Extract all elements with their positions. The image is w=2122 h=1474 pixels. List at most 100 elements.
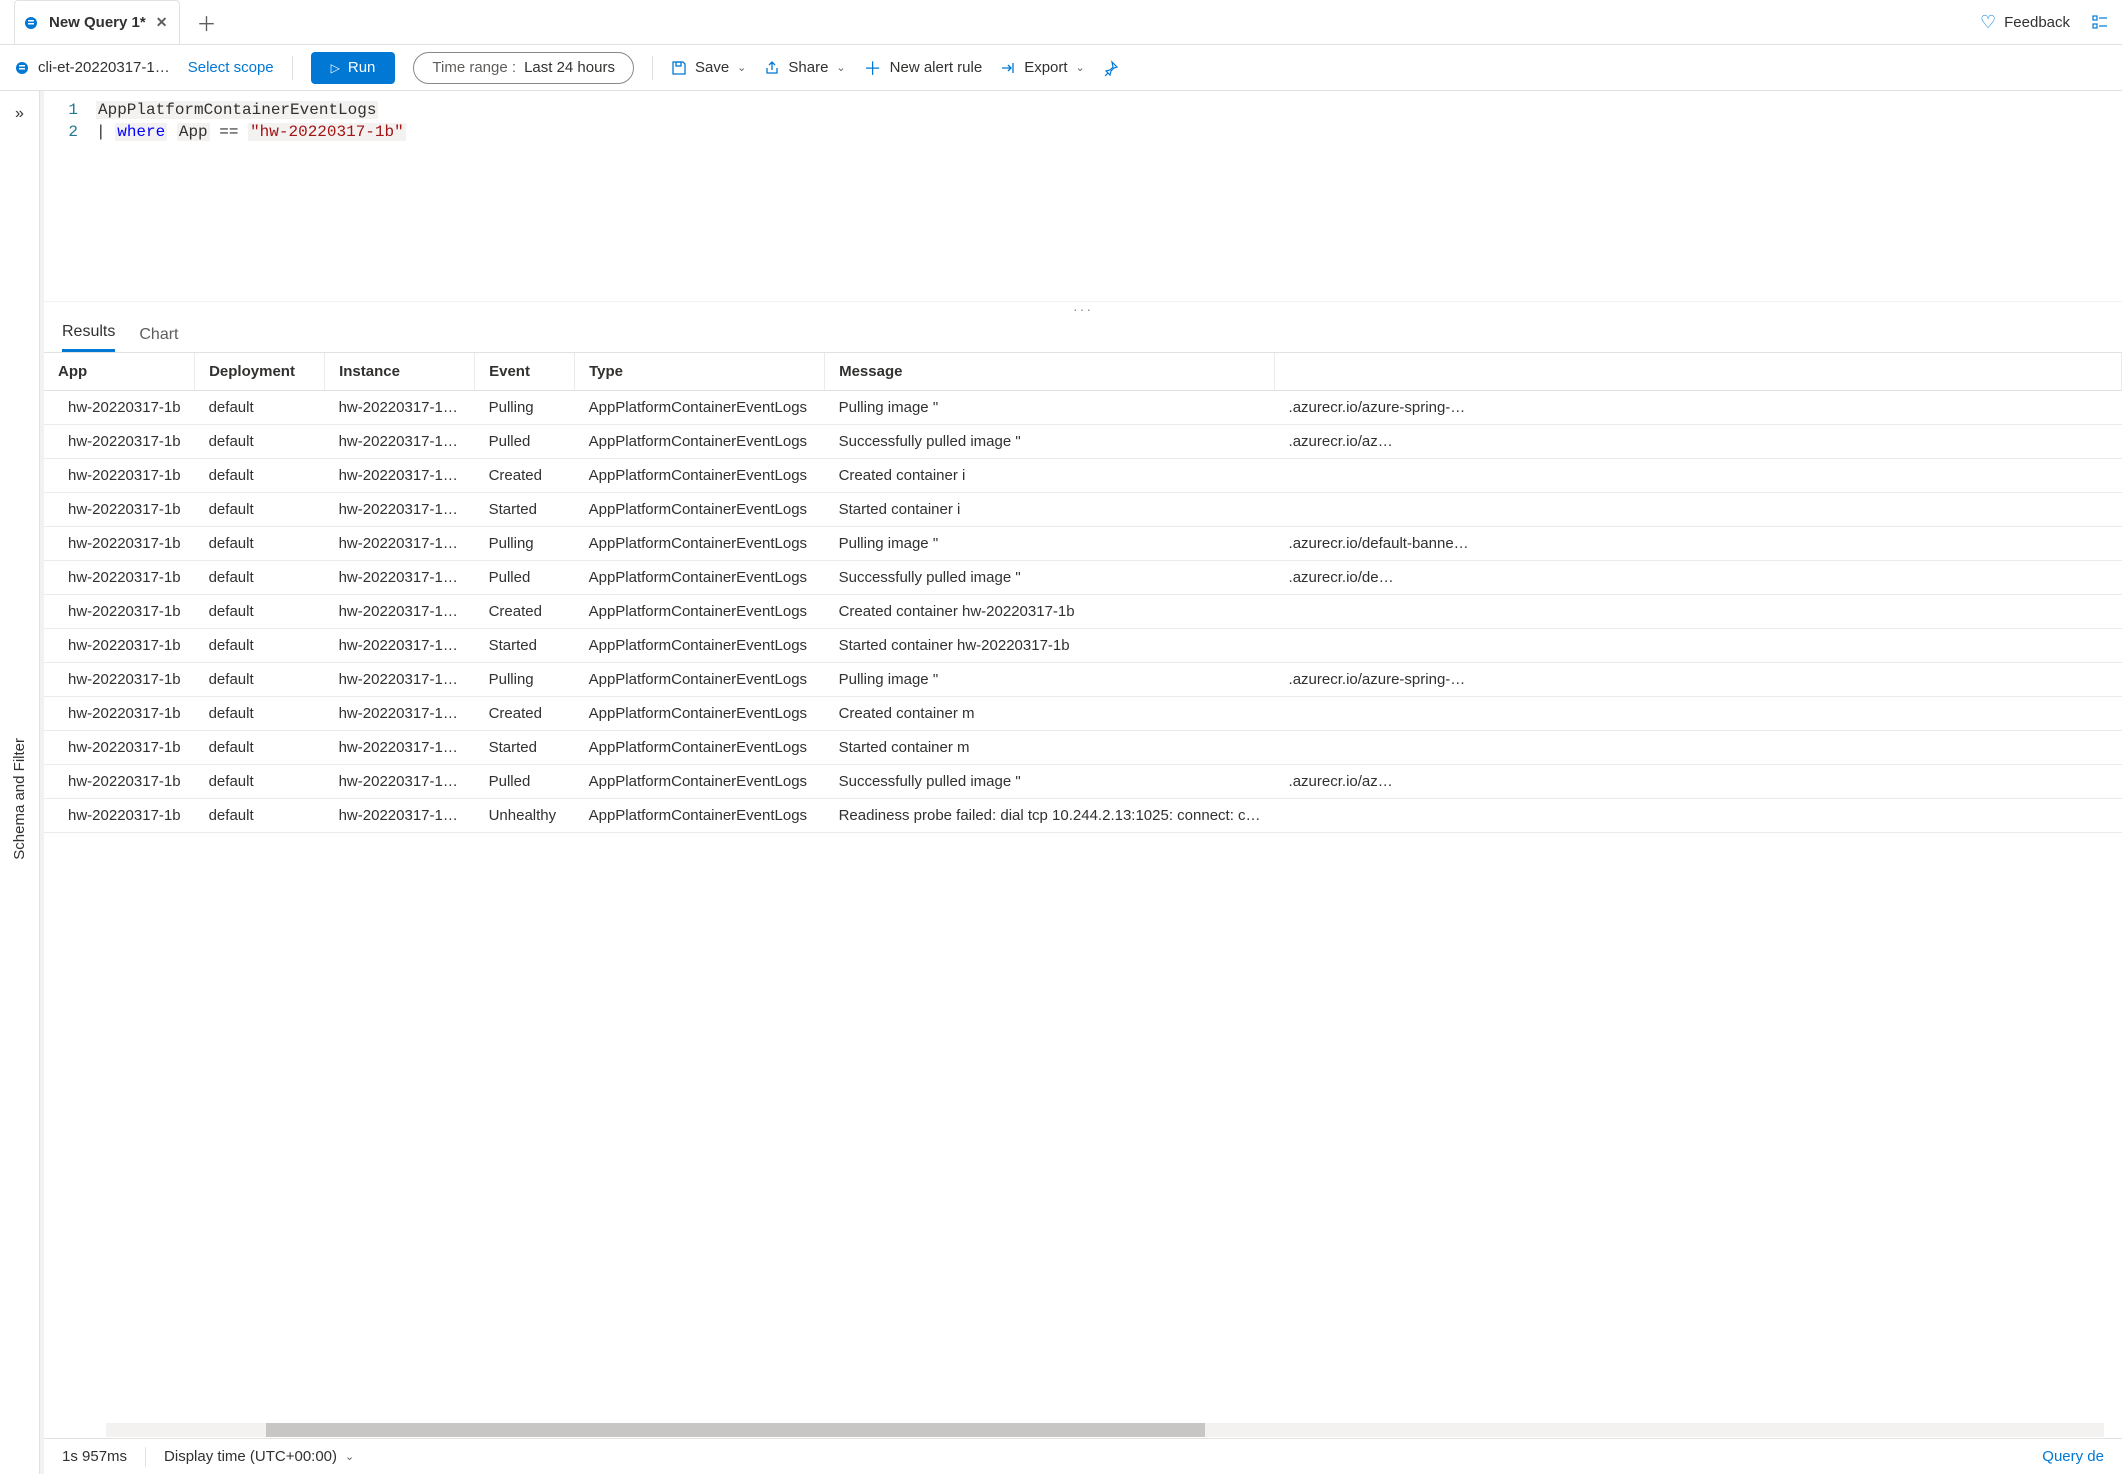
cell-instance: hw-20220317-1… (325, 731, 475, 765)
close-icon[interactable]: ✕ (156, 14, 168, 31)
table-row[interactable]: hw-20220317-1bdefaulthw-20220317-1…Start… (44, 731, 2122, 765)
cell-message-cont: .azurecr.io/azure-spring-… (1275, 391, 2122, 425)
workspace-picker[interactable]: cli-et-20220317-1… (14, 59, 170, 76)
query-tab[interactable]: New Query 1* ✕ (14, 0, 180, 44)
chevron-down-icon: ⌄ (737, 61, 746, 74)
cell-app: hw-20220317-1b (44, 595, 195, 629)
time-range-picker[interactable]: Time range : Last 24 hours (413, 52, 634, 84)
query-editor[interactable]: 1 AppPlatformContainerEventLogs 2 | wher… (44, 91, 2122, 301)
logs-icon (14, 60, 30, 76)
cell-event: Started (475, 493, 575, 527)
cell-instance: hw-20220317-1… (325, 391, 475, 425)
new-alert-button[interactable]: ＋ New alert rule (864, 55, 983, 81)
table-row[interactable]: hw-20220317-1bdefaulthw-20220317-1…Pulli… (44, 663, 2122, 697)
share-icon (764, 60, 780, 76)
pin-icon[interactable] (1103, 60, 1119, 76)
export-button[interactable]: Export ⌄ (1000, 59, 1085, 76)
cell-message-cont: .azurecr.io/azure-spring-… (1275, 663, 2122, 697)
horizontal-scrollbar[interactable] (44, 1422, 2122, 1438)
cell-instance: hw-20220317-1… (325, 765, 475, 799)
new-tab-button[interactable]: ＋ (188, 8, 224, 37)
share-label: Share (788, 59, 828, 76)
cell-instance: hw-20220317-1… (325, 459, 475, 493)
results-table: App Deployment Instance Event Type Messa… (44, 353, 2122, 833)
table-row[interactable]: hw-20220317-1bdefaulthw-20220317-1…Pulle… (44, 425, 2122, 459)
expand-schema-button[interactable]: » (15, 105, 24, 123)
cell-deployment: default (195, 629, 325, 663)
cell-event: Pulled (475, 561, 575, 595)
queries-icon[interactable] (2092, 14, 2108, 30)
table-row[interactable]: hw-20220317-1bdefaulthw-20220317-1…Creat… (44, 595, 2122, 629)
results-table-container[interactable]: App Deployment Instance Event Type Messa… (44, 353, 2122, 1422)
table-row[interactable]: hw-20220317-1bdefaulthw-20220317-1…Creat… (44, 459, 2122, 493)
chevron-down-icon: ⌄ (345, 1450, 354, 1463)
col-header-instance[interactable]: Instance (325, 353, 475, 391)
table-row[interactable]: hw-20220317-1bdefaulthw-20220317-1…Pulle… (44, 561, 2122, 595)
separator (292, 56, 293, 80)
cell-event: Unhealthy (475, 799, 575, 833)
cell-type: AppPlatformContainerEventLogs (575, 697, 825, 731)
table-row[interactable]: hw-20220317-1bdefaulthw-20220317-1…Unhea… (44, 799, 2122, 833)
cell-type: AppPlatformContainerEventLogs (575, 391, 825, 425)
cell-event: Pulling (475, 391, 575, 425)
cell-message-cont (1275, 493, 2122, 527)
time-range-value: Last 24 hours (524, 59, 615, 76)
cell-app: hw-20220317-1b (44, 629, 195, 663)
workspace-name: cli-et-20220317-1… (38, 59, 170, 76)
table-row[interactable]: hw-20220317-1bdefaulthw-20220317-1…Pulle… (44, 765, 2122, 799)
table-row[interactable]: hw-20220317-1bdefaulthw-20220317-1…Creat… (44, 697, 2122, 731)
cell-instance: hw-20220317-1… (325, 527, 475, 561)
tab-chart[interactable]: Chart (139, 326, 178, 352)
cell-deployment: default (195, 799, 325, 833)
col-header-app[interactable]: App (44, 353, 195, 391)
table-row[interactable]: hw-20220317-1bdefaulthw-20220317-1…Start… (44, 629, 2122, 663)
split-handle[interactable]: ··· (44, 301, 2122, 315)
cell-instance: hw-20220317-1… (325, 799, 475, 833)
cell-app: hw-20220317-1b (44, 459, 195, 493)
cell-event: Created (475, 459, 575, 493)
table-row[interactable]: hw-20220317-1bdefaulthw-20220317-1…Start… (44, 493, 2122, 527)
cell-instance: hw-20220317-1… (325, 425, 475, 459)
tab-results[interactable]: Results (62, 323, 115, 352)
cell-instance: hw-20220317-1… (325, 561, 475, 595)
cell-event: Pulling (475, 527, 575, 561)
result-tabs: Results Chart (44, 315, 2122, 353)
col-header-event[interactable]: Event (475, 353, 575, 391)
table-row[interactable]: hw-20220317-1bdefaulthw-20220317-1…Pulli… (44, 527, 2122, 561)
cell-type: AppPlatformContainerEventLogs (575, 765, 825, 799)
save-button[interactable]: Save ⌄ (671, 59, 746, 76)
cell-event: Pulled (475, 425, 575, 459)
schema-filter-label[interactable]: Schema and Filter (11, 718, 28, 880)
cell-app: hw-20220317-1b (44, 731, 195, 765)
cell-message: Pulling image " (825, 663, 1275, 697)
kql-keyword-where: where (115, 123, 167, 141)
cell-message: Pulling image " (825, 391, 1275, 425)
cell-message: Created container i (825, 459, 1275, 493)
cell-app: hw-20220317-1b (44, 493, 195, 527)
col-header-type[interactable]: Type (575, 353, 825, 391)
share-button[interactable]: Share ⌄ (764, 59, 845, 76)
kql-operator: == (219, 123, 238, 141)
cell-type: AppPlatformContainerEventLogs (575, 527, 825, 561)
cell-message-cont (1275, 731, 2122, 765)
cell-message: Successfully pulled image " (825, 425, 1275, 459)
cell-app: hw-20220317-1b (44, 527, 195, 561)
table-row[interactable]: hw-20220317-1bdefaulthw-20220317-1…Pulli… (44, 391, 2122, 425)
query-details-link[interactable]: Query de (2042, 1448, 2104, 1465)
display-time-picker[interactable]: Display time (UTC+00:00) ⌄ (164, 1448, 354, 1465)
save-icon (671, 60, 687, 76)
cell-message: Successfully pulled image " (825, 561, 1275, 595)
query-duration: 1s 957ms (62, 1448, 127, 1465)
cell-deployment: default (195, 459, 325, 493)
cell-event: Started (475, 731, 575, 765)
col-header-deployment[interactable]: Deployment (195, 353, 325, 391)
tabs-bar: New Query 1* ✕ ＋ ♡ Feedback (0, 0, 2122, 45)
run-button[interactable]: ▷ Run (311, 52, 396, 84)
cell-instance: hw-20220317-1… (325, 697, 475, 731)
col-header-message[interactable]: Message (825, 353, 1275, 391)
feedback-button[interactable]: ♡ Feedback (1966, 12, 2084, 33)
select-scope-link[interactable]: Select scope (188, 59, 274, 76)
cell-deployment: default (195, 493, 325, 527)
chevron-down-icon: ⌄ (1076, 61, 1085, 74)
cell-app: hw-20220317-1b (44, 663, 195, 697)
